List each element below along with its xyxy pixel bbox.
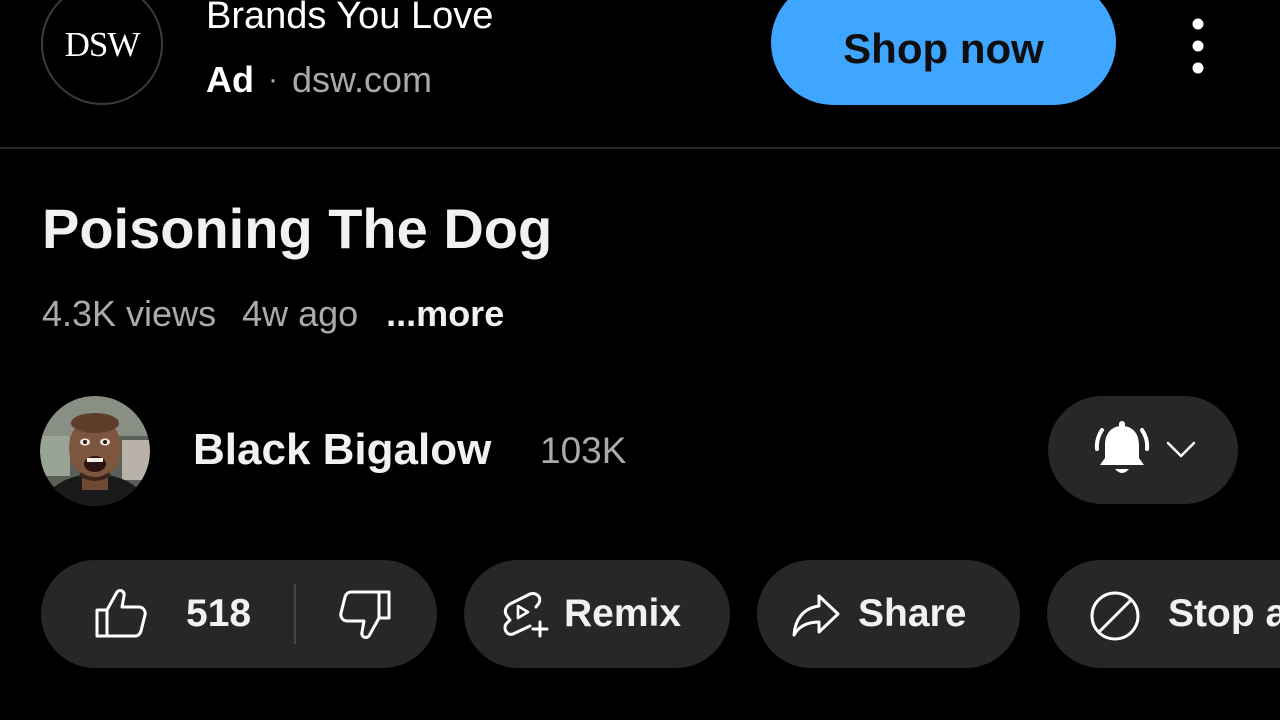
advertiser-logo-text: DSW (64, 25, 141, 64)
ad-separator: · (268, 63, 278, 96)
channel-avatar[interactable] (40, 396, 150, 506)
shop-now-button[interactable]: Shop now (771, 0, 1116, 105)
share-icon (792, 594, 840, 637)
shop-now-label: Shop now (843, 24, 1044, 72)
like-count[interactable]: 518 (186, 589, 251, 639)
more-link[interactable]: ...more (386, 293, 504, 335)
ad-headline[interactable]: Brands You Love (206, 0, 493, 40)
remix-label: Remix (564, 592, 682, 635)
video-watch-page: DSW Brands You Love Ad · dsw.com Shop no… (0, 0, 1280, 720)
bell-icon (1094, 421, 1150, 473)
notification-button[interactable] (1048, 396, 1238, 504)
chevron-down-icon (1166, 441, 1196, 458)
share-label: Share (858, 592, 967, 635)
thumbs-up-icon[interactable] (93, 586, 149, 642)
stop-ads-button[interactable]: Stop ads (1047, 560, 1280, 668)
remix-icon (503, 592, 549, 638)
advertiser-logo[interactable]: DSW (41, 0, 163, 105)
remix-button[interactable]: Remix (464, 560, 730, 668)
channel-name[interactable]: Black Bigalow (193, 424, 491, 476)
thumbs-down-icon[interactable] (337, 588, 393, 644)
ad-meta: Ad · dsw.com (206, 58, 432, 102)
like-divider (294, 584, 296, 644)
ad-badge: Ad (206, 59, 254, 100)
more-vertical-icon[interactable] (1176, 16, 1220, 76)
ad-divider (0, 147, 1280, 149)
share-button[interactable]: Share (757, 560, 1020, 668)
video-title[interactable]: Poisoning The Dog (42, 196, 552, 262)
video-meta[interactable]: 4.3K views 4w ago ...more (42, 290, 504, 338)
stop-ads-label: Stop ads (1168, 592, 1280, 635)
ad-domain[interactable]: dsw.com (292, 59, 432, 101)
upload-age: 4w ago (242, 293, 359, 334)
subscriber-count: 103K (540, 430, 627, 471)
block-icon (1090, 591, 1140, 641)
view-count: 4.3K views (42, 293, 217, 334)
like-dislike-group: 518 (41, 560, 437, 668)
